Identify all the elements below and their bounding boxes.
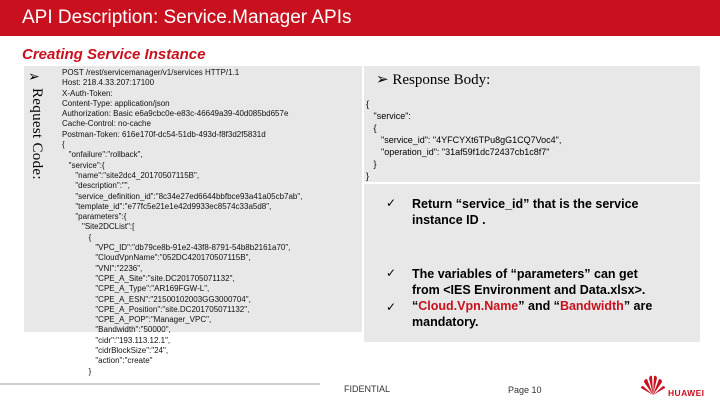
footer-divider: [0, 383, 320, 385]
request-line: }: [62, 366, 92, 376]
request-line: Content-Type: application/json: [62, 98, 170, 108]
huawei-logo-text: HUAWEI: [668, 388, 705, 398]
response-code-block: { "service": { "service_id": "4YFCYXt6TP…: [366, 98, 696, 182]
request-line: "CPE_A_Site":"site.DC201705071132",: [62, 273, 235, 283]
note-2: The variables of “parameters” can get fr…: [412, 266, 652, 330]
request-line: "name":"site2dc4_20170507115B",: [62, 170, 200, 180]
request-line: {: [62, 140, 65, 150]
arrow-bullet-icon: ➢: [28, 68, 40, 84]
huawei-logo: HUAWEI: [640, 374, 714, 400]
note-2-line-4: mandatory.: [412, 315, 479, 329]
request-line: "VPC_ID":"db79ce8b-91e2-43f8-8791-54b8b2…: [62, 243, 291, 253]
highlight-bandwidth: Bandwidth: [559, 299, 624, 313]
request-line: X-Auth-Token:: [62, 88, 113, 98]
response-heading: ➢ Response Body:: [376, 70, 490, 89]
response-line: {: [366, 99, 370, 109]
highlight-cloudvpnname: Cloud.Vpn.Name: [418, 299, 519, 313]
page-title: API Description: Service.Manager APIs: [22, 7, 352, 28]
request-line: "service":{: [62, 160, 105, 170]
response-heading-text: Response Body:: [392, 72, 491, 88]
request-line: "onfailure":"rollback",: [62, 150, 143, 160]
note-2-line-3: “Cloud.Vpn.Name” and “Bandwidth” are: [412, 298, 652, 314]
request-line: "template_id":"e77fc5e21e1e42d9933ec8574…: [62, 201, 272, 211]
request-line: "CloudVpnName":"052DC420170507115B",: [62, 253, 251, 263]
note-1-line-1: Return “service_id” that is the service: [412, 197, 639, 211]
response-line: "service":: [366, 111, 411, 121]
checkmark-icon: ✓: [386, 300, 397, 314]
request-line: Cache-Control: no-cache: [62, 119, 151, 129]
response-line: "operation_id": "31af59f1dc72437cb1c8f7": [366, 147, 550, 157]
response-line: "service_id": "4YFCYXt6TPu8gG1CQ7Voc4",: [366, 135, 562, 145]
section-title: Creating Service Instance: [22, 46, 206, 63]
note-2-line-2: from <IES Environment and Data.xlsx>.: [412, 283, 646, 297]
response-line: {: [366, 123, 377, 133]
request-line: "service_definition_id":"8c34e27ed6644bb…: [62, 191, 303, 201]
request-line: Authorization: Basic e6a9cbc0e-e83c-4664…: [62, 109, 289, 119]
request-code-block: POST /rest/servicemanager/v1/services HT…: [62, 68, 362, 377]
request-line: "Site2DCList":[: [62, 222, 135, 232]
request-line: "CPE_A_Position":"site.DC201705071132",: [62, 304, 250, 314]
request-line: Postman-Token: 616e170f-dc54-51db-493d-f…: [62, 129, 266, 139]
response-line: }: [366, 159, 377, 169]
request-line: "VNI":"2236",: [62, 263, 143, 273]
huawei-logo-icon: [641, 375, 665, 395]
request-line: "CPE_A_POP":"Manager_VPC",: [62, 315, 212, 325]
note-1-line-2: instance ID .: [412, 213, 486, 227]
request-line: "CPE_A_ESN":"21500102003GG3000704",: [62, 294, 251, 304]
request-line: POST /rest/servicemanager/v1/services HT…: [62, 68, 240, 77]
request-code-label: Request Code:: [29, 88, 45, 180]
response-line: }: [366, 171, 370, 181]
arrow-bullet-icon: ➢: [376, 72, 393, 88]
request-line: "parameters":{: [62, 212, 127, 222]
footer-confidential: FIDENTIAL: [344, 384, 391, 394]
request-line: {: [62, 232, 92, 242]
quote-end: ” are: [623, 299, 653, 313]
request-line: "description":"",: [62, 181, 130, 191]
title-bar: API Description: Service.Manager APIs: [0, 0, 720, 36]
request-line: "action":"create": [62, 356, 153, 366]
note-1: Return “service_id” that is the service …: [412, 196, 638, 228]
page-number: Page 10: [508, 385, 542, 395]
note-2-line-1: The variables of “parameters” can get: [412, 267, 638, 281]
request-line: Host: 218.4.33.207:17100: [62, 78, 155, 88]
checkmark-icon: ✓: [386, 196, 397, 210]
request-line: "cidrBlockSize":"24",: [62, 346, 169, 356]
request-line: "cidr":"193.113.12.1",: [62, 335, 171, 345]
request-line: "Bandwidth":"50000",: [62, 325, 171, 335]
request-line: "CPE_A_Type":"AR169FGW-L",: [62, 284, 210, 294]
quote-mid: ” and “: [518, 299, 560, 313]
checkmark-icon: ✓: [386, 266, 397, 280]
